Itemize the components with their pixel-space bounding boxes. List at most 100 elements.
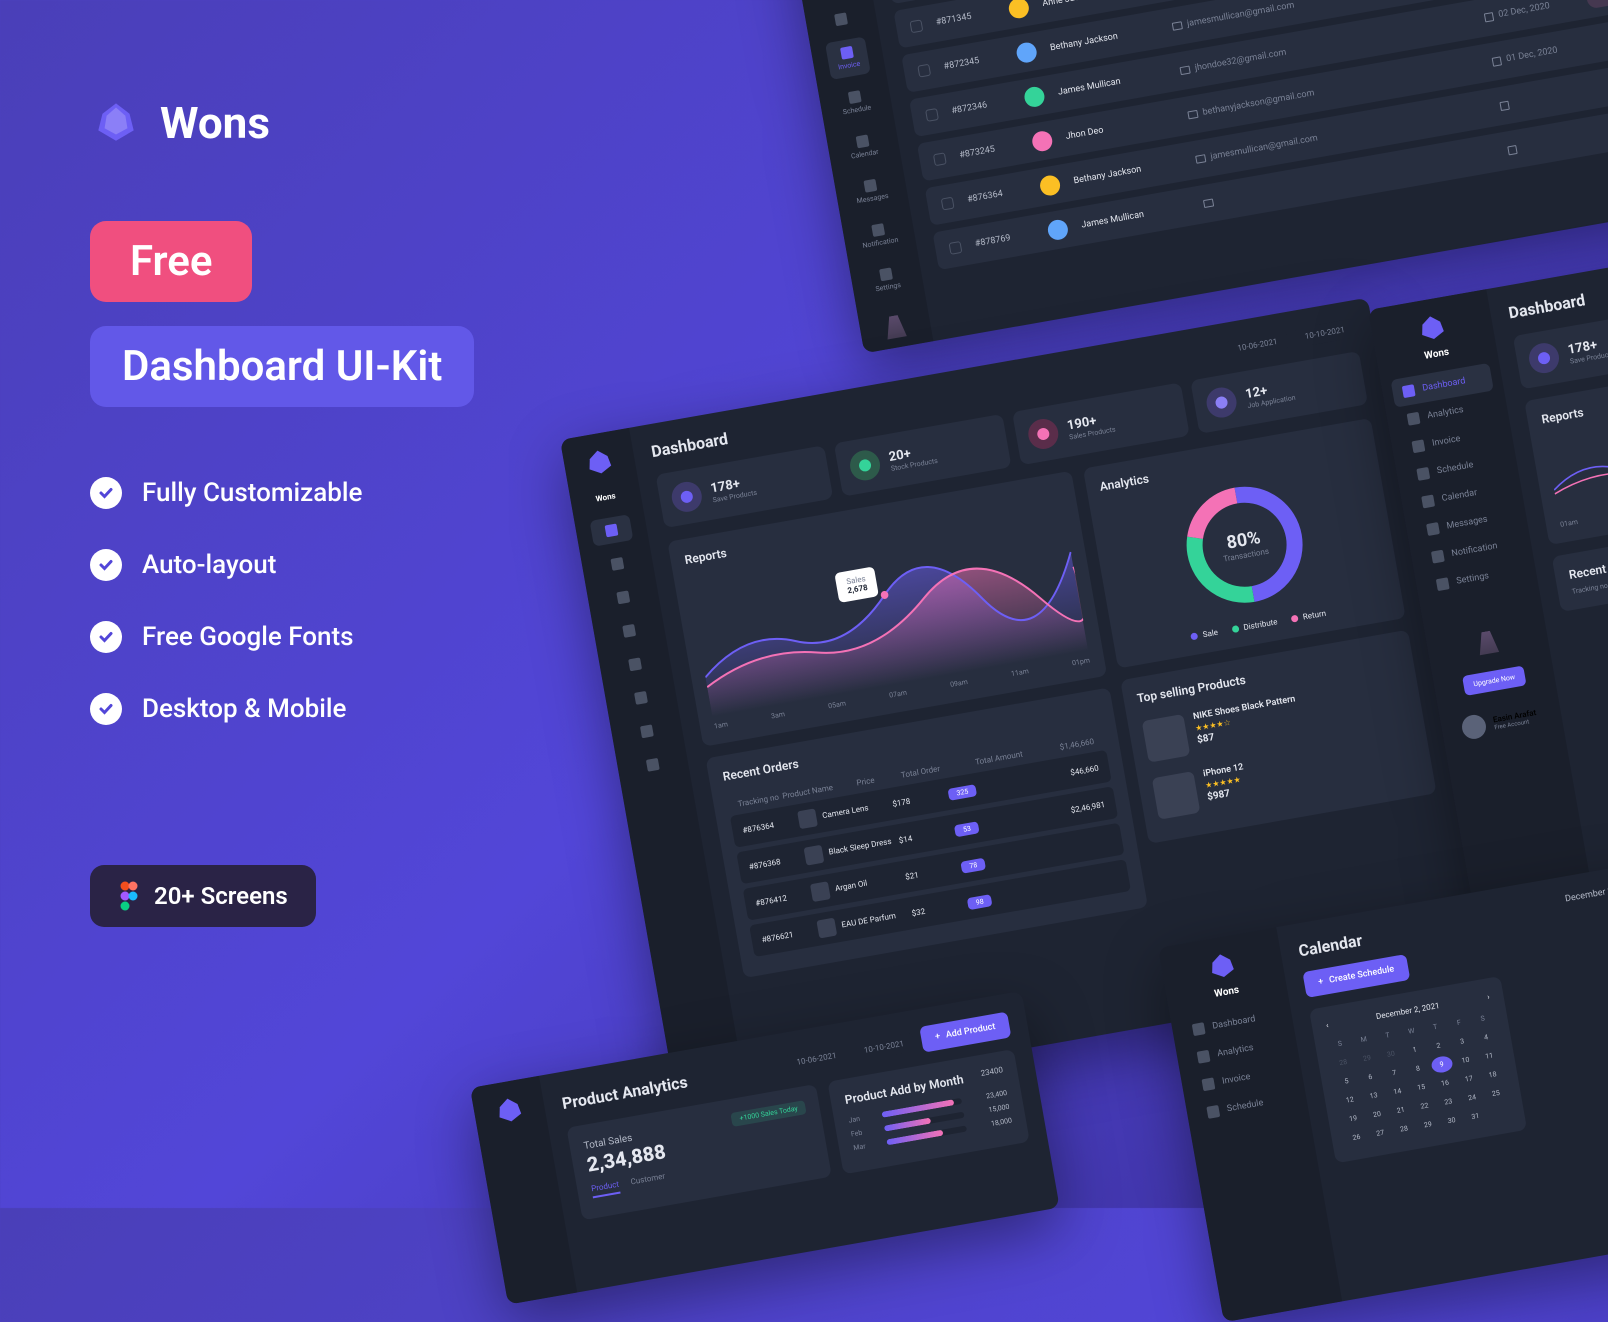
upgrade-button[interactable]: Upgrade Now	[1462, 665, 1527, 695]
stat-card[interactable]: 178+Save Products	[656, 445, 834, 528]
calendar-day[interactable]: 22	[1413, 1096, 1437, 1115]
calendar-day[interactable]: 24	[1460, 1088, 1484, 1107]
analytics-donut: 80%Transactions	[1169, 469, 1320, 620]
sidebar-item-calendar[interactable]	[613, 648, 657, 681]
calendar-day[interactable]: 10	[1454, 1051, 1478, 1070]
feature-list: Fully Customizable Auto-layout Free Goog…	[90, 477, 610, 725]
sidebar-item-settings[interactable]	[631, 749, 675, 782]
avatar	[1015, 41, 1038, 64]
checkbox-icon[interactable]	[941, 197, 955, 211]
sidebar-item-analytics[interactable]	[819, 3, 863, 36]
calendar-day[interactable]: 17	[1457, 1069, 1481, 1088]
calendar-day[interactable]: 5	[1335, 1072, 1359, 1091]
mail-icon	[1180, 66, 1191, 76]
legend-item: Sale	[1190, 628, 1218, 642]
calendar-day[interactable]: 13	[1362, 1086, 1386, 1105]
brand-name: Wons	[160, 97, 270, 149]
check-icon	[90, 621, 122, 653]
calendar-day[interactable]: 25	[1484, 1084, 1508, 1103]
free-badge: Free	[90, 221, 252, 302]
calendar-day[interactable]: 7	[1382, 1063, 1406, 1082]
lotus-logo-icon	[90, 95, 142, 151]
calendar-day[interactable]: 11	[1478, 1046, 1502, 1065]
tab-product[interactable]: Product	[591, 1180, 621, 1199]
calendar-day[interactable]: 26	[1345, 1128, 1369, 1147]
calendar-day[interactable]: 14	[1386, 1082, 1410, 1101]
feature-item: Auto-layout	[90, 549, 610, 581]
calendar-day[interactable]: 18	[1481, 1065, 1505, 1084]
calendar-icon	[1492, 56, 1502, 66]
add-product-button[interactable]: +Add Product	[919, 1012, 1011, 1053]
prev-month-icon[interactable]: ‹	[1325, 1021, 1329, 1030]
calendar-icon	[1484, 11, 1494, 21]
sidebar-item-calendar[interactable]: Calendar	[841, 125, 887, 168]
screens-badge: 20+ Screens	[90, 865, 316, 927]
product-by-month-panel: Product Add by Month 23400 Jan23,400Feb1…	[828, 1049, 1030, 1174]
checkbox-icon[interactable]	[925, 108, 939, 122]
mail-icon	[1195, 154, 1206, 164]
avatar	[1039, 174, 1062, 197]
figma-icon	[118, 881, 140, 911]
calendar-day[interactable]: 4	[1474, 1028, 1498, 1047]
page-title: Dashboard	[650, 429, 730, 461]
calendar-day[interactable]: 27	[1368, 1124, 1392, 1143]
lamp-icon	[880, 313, 913, 349]
calendar-day[interactable]: 6	[1359, 1067, 1383, 1086]
calendar-day[interactable]: 16	[1433, 1073, 1457, 1092]
mail-icon	[1187, 110, 1198, 120]
sidebar-item-notification[interactable]	[625, 715, 669, 748]
sidebar-item-settings[interactable]: Settings	[864, 258, 910, 301]
sidebar-item-dashboard[interactable]	[813, 0, 857, 2]
sidebar-item-messages[interactable]: Messages	[848, 169, 894, 212]
screens-count: 20+ Screens	[154, 882, 288, 910]
calendar-day[interactable]: 20	[1365, 1105, 1389, 1124]
checkbox-icon[interactable]	[933, 152, 947, 166]
stat-card[interactable]: 190+Sales Products	[1012, 382, 1190, 465]
checkbox-icon[interactable]	[949, 241, 963, 255]
calendar-day[interactable]: 2	[1427, 1036, 1451, 1055]
check-icon	[90, 693, 122, 725]
feature-item: Fully Customizable	[90, 477, 610, 509]
calendar-icon	[1507, 144, 1517, 154]
legend-item: Distribute	[1231, 617, 1278, 634]
avatar	[1031, 130, 1054, 153]
calendar-day[interactable]: 15	[1409, 1078, 1433, 1097]
sidebar-item-notification[interactable]: Notification	[856, 214, 902, 257]
next-month-icon[interactable]: ›	[1486, 992, 1490, 1001]
date-to[interactable]: 10-10-2021	[1293, 318, 1356, 347]
upgrade-button[interactable]: Upgrade Now	[876, 351, 930, 354]
calendar-day[interactable]: 29	[1416, 1115, 1440, 1134]
calendar-day[interactable]: 21	[1389, 1101, 1413, 1120]
sidebar-item-invoice[interactable]: Invoice	[825, 37, 871, 80]
calendar-day[interactable]: 1	[1403, 1040, 1427, 1059]
calendar-day[interactable]: 31	[1464, 1107, 1488, 1126]
mockup-product-analytics: Product Analytics 10-06-2021 10-10-2021 …	[470, 991, 1060, 1305]
calendar-day[interactable]: 3	[1450, 1032, 1474, 1051]
checkbox-icon[interactable]	[917, 64, 931, 78]
stat-card[interactable]: 12+Job Application	[1190, 351, 1368, 434]
avatar	[1046, 218, 1069, 241]
date-from[interactable]: 10-06-2021	[1226, 330, 1289, 359]
calendar-day[interactable]: 19	[1341, 1109, 1365, 1128]
kit-badge: Dashboard UI-Kit	[90, 326, 474, 407]
avatar	[1007, 0, 1030, 20]
feature-item: Desktop & Mobile	[90, 693, 610, 725]
stat-card[interactable]: 20+Stock Products	[834, 414, 1012, 497]
calendar-day[interactable]: 12	[1338, 1090, 1362, 1109]
sidebar-item-schedule[interactable]	[607, 615, 651, 648]
checkbox-icon[interactable]	[909, 19, 923, 33]
calendar-day[interactable]: 8	[1406, 1059, 1430, 1078]
create-schedule-button[interactable]: +Create Schedule	[1302, 954, 1410, 998]
calendar-day[interactable]: 9	[1430, 1055, 1454, 1074]
sidebar-item-schedule[interactable]: Schedule	[833, 81, 879, 124]
status-badge: Pending	[1586, 0, 1608, 9]
sidebar-item-messages[interactable]	[619, 682, 663, 715]
check-icon	[90, 549, 122, 581]
calendar-day[interactable]: 30	[1440, 1111, 1464, 1130]
tab-customer[interactable]: Customer	[630, 1172, 667, 1192]
legend-item: Return	[1290, 609, 1326, 624]
calendar-day[interactable]: 23	[1437, 1092, 1461, 1111]
mail-icon	[1203, 198, 1214, 208]
feature-item: Free Google Fonts	[90, 621, 610, 653]
calendar-day[interactable]: 28	[1392, 1119, 1416, 1138]
